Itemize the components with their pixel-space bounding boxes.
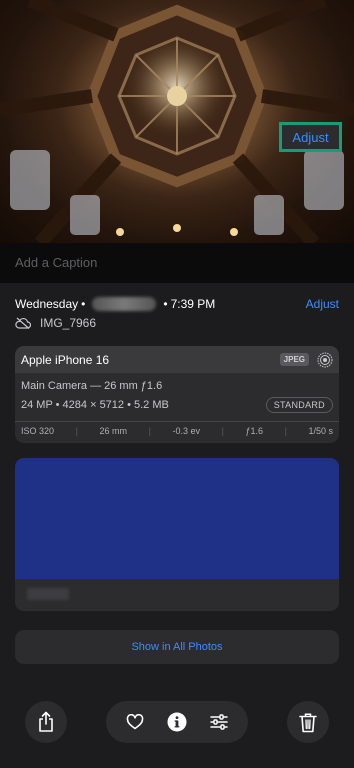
- file-info: IMG_7966: [15, 316, 96, 330]
- location-bar: [15, 579, 339, 611]
- exif-separator: |: [284, 426, 287, 436]
- share-button[interactable]: [25, 701, 67, 743]
- location-map-card[interactable]: [15, 458, 339, 611]
- capture-day: Wednesday: [15, 297, 79, 311]
- camera-card-header: Apple iPhone 16 JPEG: [15, 346, 339, 373]
- info-icon: [167, 712, 187, 732]
- filename: IMG_7966: [40, 316, 97, 330]
- favorite-button[interactable]: [120, 707, 150, 737]
- heart-icon: [126, 714, 144, 730]
- divider: [15, 421, 339, 422]
- sliders-icon: [210, 714, 228, 730]
- exif-focal-length: 26 mm: [99, 426, 128, 436]
- exif-shutter: 1/50 s: [308, 426, 333, 436]
- device-name: Apple iPhone 16: [21, 353, 110, 367]
- caption-field[interactable]: Add a Caption: [0, 243, 354, 283]
- photo-actions-group: [106, 701, 248, 743]
- capture-time: 7:39 PM: [170, 297, 216, 311]
- info-button[interactable]: [162, 707, 192, 737]
- photographic-style-badge: STANDARD: [265, 397, 333, 413]
- lens-info: Main Camera — 26 mm ƒ1.6: [21, 380, 163, 392]
- edit-button[interactable]: [204, 707, 234, 737]
- exif-separator: |: [75, 426, 78, 436]
- exif-separator: |: [221, 426, 224, 436]
- delete-button[interactable]: [287, 701, 329, 743]
- redacted-location-name: [27, 588, 69, 600]
- image-specs: 24 MP • 4284 × 5712 • 5.2 MB: [21, 399, 169, 411]
- icloud-icon: [15, 317, 31, 329]
- capture-datetime: Wednesday • • 7:39 PM: [15, 297, 215, 311]
- separator-bullet: •: [81, 297, 86, 311]
- exif-exposure: -0.3 ev: [172, 426, 200, 436]
- show-in-all-photos-button[interactable]: Show in All Photos: [15, 630, 339, 664]
- trash-icon: [299, 712, 317, 732]
- redacted-map: [15, 458, 339, 579]
- camera-info-card: Apple iPhone 16 JPEG Main Camera — 26 mm…: [15, 346, 339, 443]
- exif-separator: |: [148, 426, 151, 436]
- exif-row: ISO 320 | 26 mm | -0.3 ev | ƒ1.6 | 1/50 …: [15, 426, 339, 436]
- adjust-date-button[interactable]: Adjust: [306, 297, 339, 311]
- exif-iso: ISO 320: [21, 426, 55, 436]
- separator-bullet: •: [163, 297, 168, 311]
- exif-aperture: ƒ1.6: [245, 426, 263, 436]
- caption-placeholder: Add a Caption: [15, 255, 98, 270]
- live-photo-icon[interactable]: [317, 352, 333, 368]
- redacted-date: [92, 297, 157, 311]
- format-badge: JPEG: [279, 353, 309, 366]
- adjust-location-button[interactable]: Adjust: [279, 122, 342, 152]
- share-icon: [39, 711, 53, 732]
